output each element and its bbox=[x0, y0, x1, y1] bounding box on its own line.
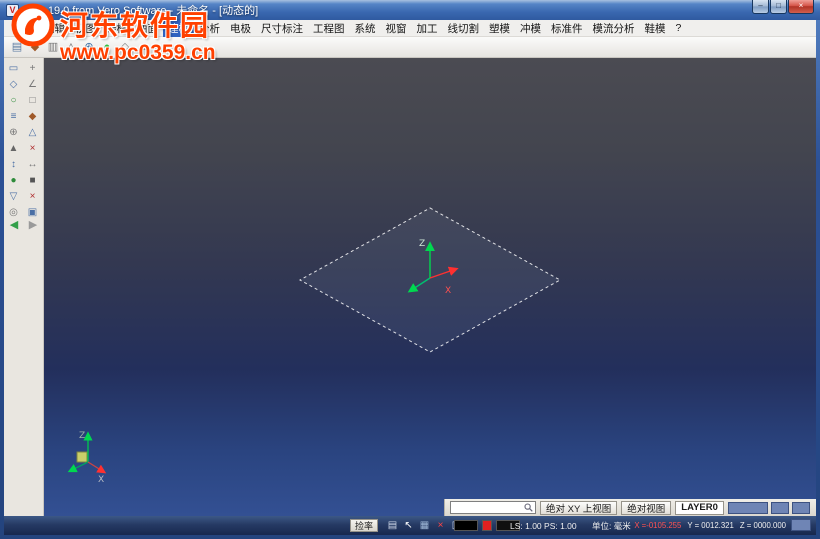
tool-icon[interactable]: × bbox=[25, 141, 41, 156]
menu-item[interactable]: 曲面 bbox=[132, 20, 163, 37]
mini-triad: Z X bbox=[67, 431, 107, 485]
tool-icon[interactable]: △ bbox=[25, 125, 41, 140]
layer-swatch[interactable] bbox=[792, 501, 810, 514]
tool-icon[interactable]: ↕ bbox=[6, 157, 22, 172]
menu-item[interactable]: 模流分析 bbox=[588, 20, 640, 37]
axis-x-label: X bbox=[445, 286, 451, 296]
toolbar-icon[interactable]: ▤ bbox=[9, 39, 25, 55]
view-nav: ◀ ▶ bbox=[6, 218, 41, 233]
command-search-input[interactable] bbox=[453, 502, 524, 513]
minimize-button[interactable]: – bbox=[752, 0, 769, 14]
tool-icon[interactable]: ▭ bbox=[6, 61, 22, 76]
menu-item[interactable]: ? bbox=[671, 21, 687, 35]
status-bar: 捡率 ▤↖▦×▥ LS: 1.00 PS: 1.00 单位: 毫米 X =-01… bbox=[4, 516, 816, 535]
mini-axis-x-label: X bbox=[98, 475, 104, 485]
command-searchbox bbox=[450, 501, 536, 514]
work-plane bbox=[298, 207, 562, 353]
menu-item[interactable]: 电极 bbox=[225, 20, 256, 37]
layer-swatches bbox=[728, 501, 810, 514]
menubar: 文件 编辑 视图 线框 曲面 建模 分析 电极 尺寸标注 工程图 系统 视窗 加工 线切割 塑模 冲模 标准件模… bbox=[4, 19, 816, 37]
snap-button[interactable]: 捡率 bbox=[350, 519, 379, 532]
layer-swatch[interactable] bbox=[771, 501, 789, 514]
status-indicator bbox=[791, 519, 811, 531]
tool-icon[interactable]: ○ bbox=[6, 93, 22, 108]
tool-icon[interactable]: ↔ bbox=[25, 157, 41, 172]
tool-icon[interactable]: ▲ bbox=[6, 141, 22, 156]
tool-icon[interactable]: × bbox=[25, 189, 41, 204]
toolbar-icon[interactable]: ▥ bbox=[45, 39, 61, 55]
menu-item[interactable]: 文件 bbox=[8, 20, 39, 37]
color-swatch[interactable] bbox=[454, 520, 478, 531]
tool-icon[interactable]: + bbox=[25, 61, 41, 76]
menu-item[interactable]: 尺寸标注 bbox=[256, 20, 308, 37]
toolbar-icon[interactable]: ▲ bbox=[135, 39, 151, 55]
toolbar-icon[interactable]: △ bbox=[63, 39, 79, 55]
maximize-button[interactable]: □ bbox=[770, 0, 787, 14]
menu-item[interactable]: 鞋模 bbox=[640, 20, 671, 37]
close-button[interactable]: × bbox=[788, 0, 814, 14]
menu-item[interactable]: 塑模 bbox=[484, 20, 515, 37]
status-icon[interactable]: × bbox=[434, 519, 447, 532]
menu-item[interactable]: 系统 bbox=[350, 20, 381, 37]
search-icon bbox=[524, 503, 533, 512]
absolute-view-button[interactable]: 绝对视图 bbox=[621, 500, 672, 515]
status-icon[interactable]: ▤ bbox=[386, 519, 399, 532]
color-swatch[interactable] bbox=[482, 520, 492, 531]
toolbar-icon[interactable]: ⊕ bbox=[81, 39, 97, 55]
menu-item[interactable]: 冲模 bbox=[515, 20, 546, 37]
menu-item[interactable]: 视窗 bbox=[381, 20, 412, 37]
menu-item[interactable]: 视图 bbox=[70, 20, 101, 37]
status-icon[interactable]: ↖ bbox=[402, 519, 415, 532]
tool-icon[interactable]: ▽ bbox=[6, 189, 22, 204]
layer-swatch[interactable] bbox=[728, 501, 768, 514]
coord-z: Z = 0000.000 bbox=[739, 521, 786, 530]
units-readout: 单位: 毫米 bbox=[592, 520, 631, 531]
nav-back-button[interactable]: ◀ bbox=[6, 218, 22, 233]
toolbar-icon[interactable]: ● bbox=[99, 39, 115, 55]
tool-icon[interactable]: ⊕ bbox=[6, 125, 22, 140]
menu-item[interactable]: 分析 bbox=[194, 20, 225, 37]
toolbar-icon[interactable]: ◇ bbox=[117, 39, 133, 55]
viewport-scene: Z X Z X bbox=[67, 207, 562, 485]
layer-button[interactable]: LAYER0 bbox=[675, 500, 724, 515]
window-title: VISI 19.0 from Vero Software - 未命名 - [动态… bbox=[24, 5, 259, 17]
coord-y: Y = 0012.321 bbox=[687, 521, 734, 530]
menu-item[interactable]: 编辑 bbox=[39, 20, 70, 37]
menu-item[interactable]: 线切割 bbox=[443, 20, 485, 37]
toolbar-icon[interactable]: ◆ bbox=[27, 39, 43, 55]
tool-icon[interactable]: ■ bbox=[25, 173, 41, 188]
tool-icon[interactable]: ≡ bbox=[6, 109, 22, 124]
view-status-bar: 绝对 XY 上视图 绝对视图 LAYER0 bbox=[444, 499, 816, 516]
app-icon: V bbox=[6, 3, 19, 17]
status-icons: ▤↖▦×▥ bbox=[386, 516, 463, 535]
tool-icon[interactable]: ∠ bbox=[25, 77, 41, 92]
mini-axis-z-label: Z bbox=[79, 431, 85, 441]
menu-item[interactable]: 标准件 bbox=[546, 20, 588, 37]
tool-icon[interactable]: ◇ bbox=[6, 77, 22, 92]
menu-item[interactable]: 线框 bbox=[101, 20, 132, 37]
nav-forward-button[interactable]: ▶ bbox=[25, 218, 41, 233]
coord-x: X =-0105.255 bbox=[634, 521, 682, 530]
app-window: V VISI 19.0 from Vero Software - 未命名 - [… bbox=[0, 0, 820, 539]
viewport[interactable]: Z X Z X bbox=[44, 58, 816, 516]
tool-icon[interactable]: ◆ bbox=[25, 109, 41, 124]
left-toolbar: ▭ + ◇ ∠ ○ □ ≡ ◆ ⊕ △ ▲ × ↕ ↔ ● ■ ▽ × ◎ ▣ bbox=[4, 58, 44, 516]
tool-icon[interactable]: □ bbox=[25, 93, 41, 108]
scale-readout: LS: 1.00 PS: 1.00 bbox=[510, 520, 577, 531]
menu-item[interactable]: 工程图 bbox=[308, 20, 350, 37]
menu-item[interactable]: 建模 bbox=[163, 19, 194, 37]
titlebar[interactable]: V VISI 19.0 from Vero Software - 未命名 - [… bbox=[0, 0, 820, 20]
status-icon[interactable]: ▦ bbox=[418, 519, 431, 532]
main-toolbar: ▤ ◆ ▥ △ ⊕ ● ◇ ▲ bbox=[4, 37, 816, 58]
coordinate-readout: X =-0105.255 Y = 0012.321 Z = 0000.000 bbox=[634, 516, 786, 535]
axis-z-label: Z bbox=[419, 239, 425, 249]
tool-icon[interactable]: ● bbox=[6, 173, 22, 188]
window-controls: – □ × bbox=[752, 0, 814, 14]
mini-triad-plane bbox=[76, 451, 88, 463]
menu-item[interactable]: 加工 bbox=[412, 20, 443, 37]
view-mode-button[interactable]: 绝对 XY 上视图 bbox=[540, 500, 618, 515]
